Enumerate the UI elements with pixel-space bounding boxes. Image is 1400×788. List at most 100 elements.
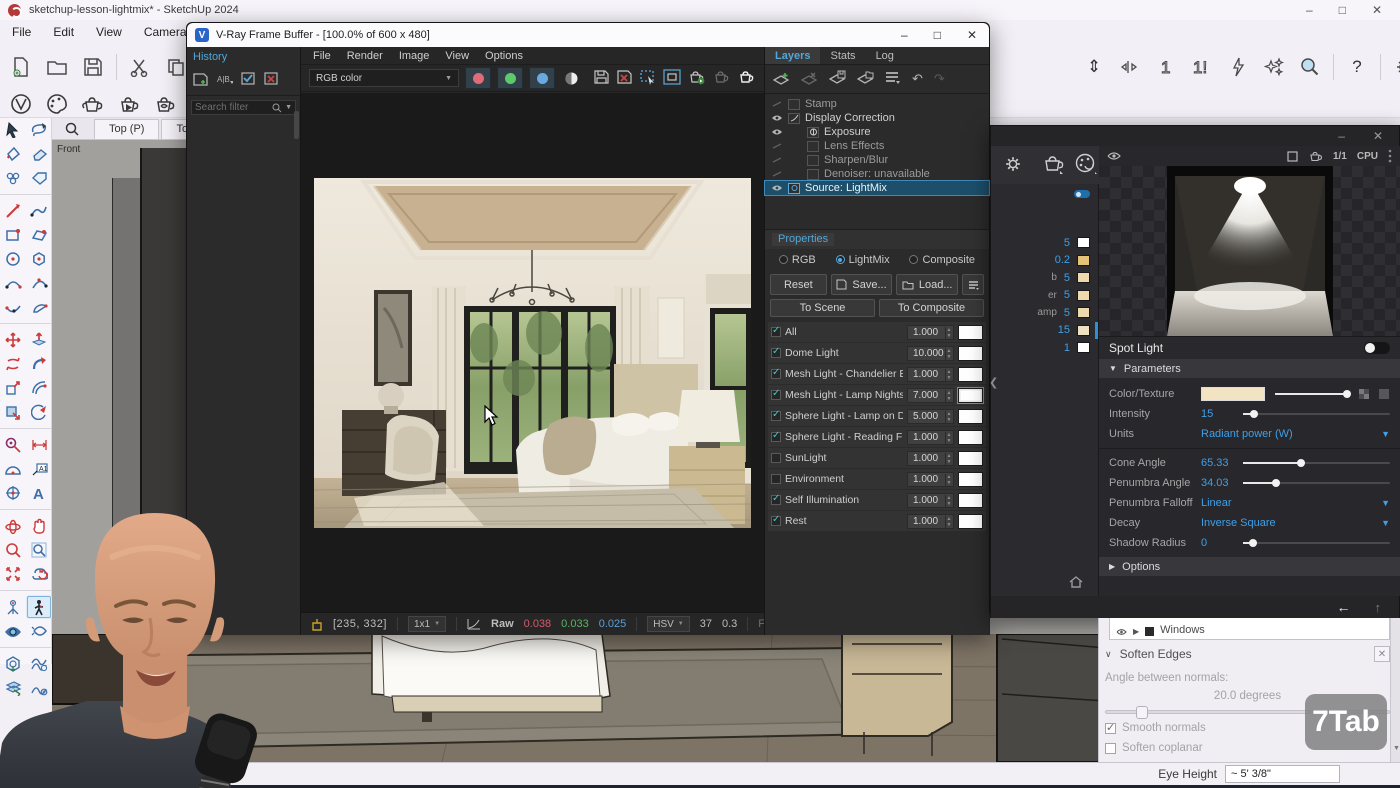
load-layers-button[interactable] <box>857 70 874 88</box>
vray-one-alert-icon[interactable]: 1! <box>1189 54 1215 80</box>
component-tool[interactable] <box>0 166 26 190</box>
rotate-tool[interactable] <box>0 352 26 376</box>
offset-tool[interactable] <box>26 376 52 400</box>
light-color-swatch[interactable] <box>958 346 983 361</box>
help-icon[interactable]: ? <box>1344 54 1370 80</box>
layer-row[interactable]: Exposure <box>765 125 989 139</box>
history-remove-button[interactable] <box>264 71 279 89</box>
polygon-tool[interactable] <box>26 247 52 271</box>
shadow-radius-value[interactable]: 0 <box>1201 537 1243 549</box>
vfb-minimize-button[interactable]: – <box>901 28 908 42</box>
preview-eye-icon[interactable] <box>1107 151 1121 161</box>
lightmix-row[interactable]: All1.000▲▼ <box>768 322 986 342</box>
render-last-button[interactable] <box>687 69 706 88</box>
cone-angle-value[interactable]: 65.33 <box>1201 457 1243 469</box>
tab-log[interactable]: Log <box>866 47 904 64</box>
preview-teapot-icon[interactable] <box>1308 150 1323 162</box>
light-checkbox[interactable] <box>771 348 781 358</box>
preview-device[interactable]: CPU <box>1357 151 1378 162</box>
lightmix-row[interactable]: Self Illumination1.000▲▼ <box>768 490 986 510</box>
arc-tool[interactable] <box>0 271 26 295</box>
shadow-radius-slider[interactable] <box>1243 542 1390 544</box>
lightmix-row[interactable]: Mesh Light - Chandelier Bulb1.000▲▼ <box>768 364 986 384</box>
vfb-menu-view[interactable]: View <box>445 50 469 62</box>
vfb-menu-render[interactable]: Render <box>347 50 383 62</box>
light-value-input[interactable]: 1.000▲▼ <box>907 430 954 445</box>
layer-row[interactable]: Lens Effects <box>765 139 989 153</box>
chevron-down-icon[interactable]: ▼ <box>1381 498 1390 508</box>
vfb-menu-image[interactable]: Image <box>399 50 430 62</box>
light-color-swatch[interactable] <box>958 514 983 529</box>
light-color-swatch[interactable] <box>958 430 983 445</box>
solid-tools[interactable] <box>26 400 52 424</box>
asset-color-swatch[interactable] <box>1077 290 1090 301</box>
light-value-input[interactable]: 1.000▲▼ <box>907 367 954 382</box>
curve-mode-icon[interactable] <box>467 618 481 630</box>
channel-dropdown[interactable]: RGB color ▼ <box>309 69 459 87</box>
lightmix-options-button[interactable] <box>962 274 984 295</box>
red-channel-button[interactable] <box>465 67 491 89</box>
rotated-rectangle-tool[interactable] <box>26 223 52 247</box>
mode-lightmix[interactable]: LightMix <box>836 254 890 266</box>
history-save-button[interactable] <box>193 71 209 89</box>
mode-rgb[interactable]: RGB <box>779 254 816 266</box>
asset-filter-toggle[interactable] <box>1074 190 1090 198</box>
asset-editor-titlebar[interactable]: – ✕ <box>991 126 1399 146</box>
collapse-chevron-icon[interactable]: ❮ <box>989 376 998 389</box>
tab-layers[interactable]: Layers <box>765 47 820 64</box>
lightmix-row[interactable]: Sphere Light - Reading Floor Lamp1.000▲▼ <box>768 427 986 447</box>
vfb-maximize-button[interactable]: □ <box>934 28 941 42</box>
reset-button[interactable]: Reset <box>770 274 827 295</box>
dimension-tool[interactable] <box>26 433 52 457</box>
back-arrow-icon[interactable]: ← <box>1337 599 1351 615</box>
light-color-swatch[interactable] <box>958 388 983 403</box>
light-checkbox[interactable] <box>771 369 781 379</box>
light-value-input[interactable]: 7.000▲▼ <box>907 388 954 403</box>
asset-row[interactable]: 0.2 <box>991 252 1098 270</box>
lightmix-row[interactable]: Dome Light10.000▲▼ <box>768 343 986 363</box>
eraser-tool[interactable] <box>26 142 52 166</box>
pixel-zoom-dropdown[interactable]: 1x1▼ <box>408 616 446 632</box>
to-composite-button[interactable]: To Composite <box>879 299 984 317</box>
penumbra-angle-slider[interactable] <box>1243 482 1390 484</box>
save-lightmix-button[interactable]: Save... <box>831 274 893 295</box>
menu-view[interactable]: View <box>96 25 122 39</box>
intensity-slider[interactable] <box>1243 413 1390 415</box>
pie-tool[interactable] <box>26 295 52 319</box>
light-enable-toggle[interactable] <box>1364 342 1390 354</box>
text-tool[interactable]: A1 <box>26 457 52 481</box>
render-interactive-icon[interactable] <box>116 91 142 117</box>
texture-checker-icon[interactable] <box>1358 388 1372 400</box>
scene-search-icon[interactable] <box>52 118 92 142</box>
units-value[interactable]: Radiant power (W) <box>1201 428 1293 440</box>
options-section-header[interactable]: ▶ Options <box>1099 557 1400 576</box>
scale-tool[interactable] <box>0 376 26 400</box>
layer-presets-button[interactable] <box>885 71 901 88</box>
outer-shell-tool[interactable] <box>0 400 26 424</box>
light-checkbox[interactable] <box>771 495 781 505</box>
ae-minimize-button[interactable]: – <box>1338 129 1345 143</box>
rectangle-tool[interactable] <box>0 223 26 247</box>
freehand-tool[interactable] <box>26 199 52 223</box>
render-button[interactable] <box>737 69 756 88</box>
menu-file[interactable]: File <box>12 25 31 39</box>
asset-color-swatch[interactable] <box>1077 325 1090 336</box>
save-layers-button[interactable] <box>829 70 846 88</box>
texture-slot-icon[interactable] <box>1378 388 1390 400</box>
intensity-value[interactable]: 15 <box>1201 408 1243 420</box>
blue-channel-button[interactable] <box>529 67 555 89</box>
render-teapot-icon[interactable] <box>80 91 106 117</box>
vfb-menu-options[interactable]: Options <box>485 50 523 62</box>
angle-slider-knob[interactable] <box>1136 706 1148 719</box>
panel-close-button[interactable]: ✕ <box>1374 646 1390 662</box>
minimize-button[interactable]: – <box>1306 3 1313 17</box>
ae-render-teapot-icon[interactable] <box>1041 153 1065 177</box>
lightmix-row[interactable]: Environment1.000▲▼ <box>768 469 986 489</box>
color-swatch[interactable] <box>1201 387 1265 401</box>
tape-measure-tool[interactable] <box>0 433 26 457</box>
delete-layer-button[interactable] <box>801 70 818 88</box>
history-set-a-button[interactable] <box>241 71 256 89</box>
lightmix-row[interactable]: Sphere Light - Lamp on Dresser5.000▲▼ <box>768 406 986 426</box>
save-image-button[interactable] <box>593 69 610 88</box>
light-value-input[interactable]: 1.000▲▼ <box>907 325 954 340</box>
